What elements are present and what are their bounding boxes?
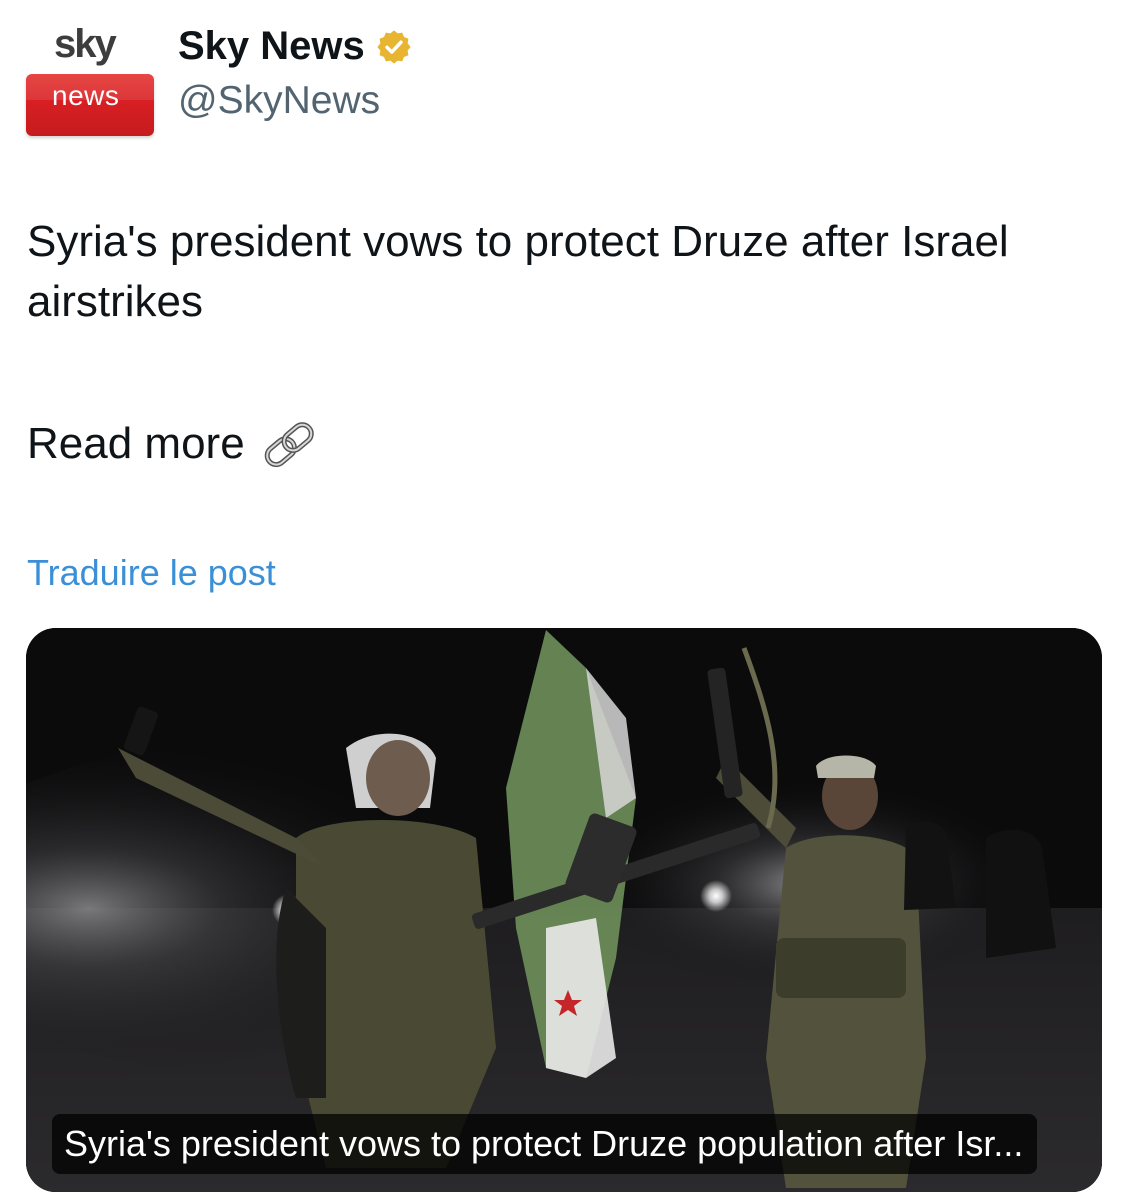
- translate-post-link[interactable]: Traduire le post: [27, 552, 276, 594]
- read-more-line: Read more: [27, 414, 321, 474]
- card-caption: Syria's president vows to protect Druze …: [52, 1114, 1038, 1174]
- account-handle[interactable]: @SkyNews: [178, 79, 413, 123]
- post-text: Syria's president vows to protect Druze …: [27, 217, 1009, 326]
- verified-badge-icon[interactable]: [375, 28, 413, 66]
- article-photo: [26, 628, 1102, 1192]
- sky-news-avatar[interactable]: sky news: [26, 20, 154, 136]
- post-header: sky news Sky News @SkyNews: [26, 20, 413, 136]
- account-identity: Sky News @SkyNews: [178, 20, 413, 123]
- display-name[interactable]: Sky News: [178, 24, 365, 69]
- avatar-logo-news-badge: news: [26, 74, 154, 136]
- link-chain-icon: [259, 419, 321, 469]
- link-preview-card[interactable]: Syria's president vows to protect Druze …: [26, 628, 1102, 1192]
- avatar-logo-sky: sky: [54, 22, 117, 66]
- avatar-logo-news-text: news: [52, 80, 120, 111]
- read-more-text: Read more: [27, 419, 245, 468]
- name-row: Sky News: [178, 24, 413, 69]
